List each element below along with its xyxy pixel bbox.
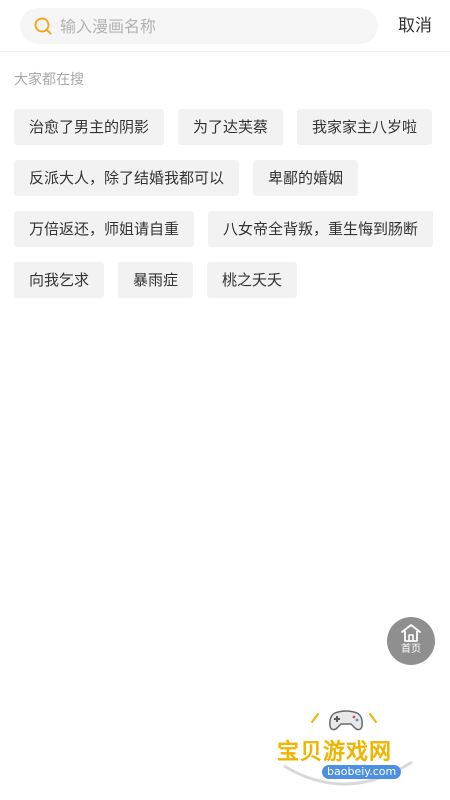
hot-search-tag[interactable]: 我家家主八岁啦 — [297, 109, 433, 145]
search-icon — [34, 17, 52, 35]
hot-search-tag[interactable]: 向我乞求 — [14, 262, 105, 298]
hot-search-tag[interactable]: 治愈了男主的阴影 — [14, 109, 165, 145]
home-label: 首页 — [401, 644, 421, 655]
search-header: 取消 — [0, 0, 450, 52]
search-box[interactable] — [20, 8, 378, 44]
cancel-button[interactable]: 取消 — [398, 14, 432, 38]
home-icon — [401, 624, 421, 642]
search-input[interactable] — [60, 8, 360, 44]
hot-search-tag[interactable]: 八女帝全背叛，重生悔到肠断 — [208, 211, 434, 247]
site-watermark: 宝贝游戏网 baobeiy.com — [272, 704, 422, 796]
search-page: 取消 大家都在搜 治愈了男主的阴影 为了达芙蔡 我家家主八岁啦 反派大人，除了结… — [0, 0, 450, 800]
gamepad-icon — [329, 710, 363, 731]
hot-search-tag[interactable]: 为了达芙蔡 — [178, 109, 284, 145]
watermark-url: baobeiy.com — [322, 765, 402, 779]
hot-search-tag[interactable]: 桃之夭夭 — [207, 262, 298, 298]
home-button[interactable]: 首页 — [387, 617, 435, 665]
hot-search-tags: 治愈了男主的阴影 为了达芙蔡 我家家主八岁啦 反派大人，除了结婚我都可以 卑鄙的… — [14, 109, 436, 298]
hot-search-tag[interactable]: 卑鄙的婚姻 — [253, 160, 359, 196]
hot-search-tag[interactable]: 反派大人，除了结婚我都可以 — [14, 160, 240, 196]
hot-search-title: 大家都在搜 — [14, 72, 84, 88]
hot-search-tag[interactable]: 万倍返还，师姐请自重 — [14, 211, 195, 247]
hot-search-tag[interactable]: 暴雨症 — [118, 262, 194, 298]
watermark-name: 宝贝游戏网 — [277, 740, 393, 765]
